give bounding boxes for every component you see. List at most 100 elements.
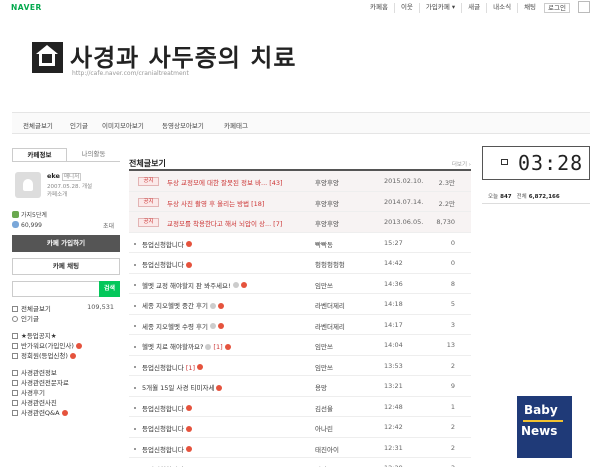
board-reviews[interactable]: 사경후기	[12, 387, 120, 397]
post-author[interactable]: 헝헝헝헝헝	[315, 259, 345, 269]
comment-count[interactable]: [18]	[251, 200, 264, 208]
board-qna[interactable]: 사경관련Q&A	[12, 407, 120, 417]
post-subject[interactable]: 등업신청합니다	[134, 259, 192, 269]
post-row[interactable]: 등업신청합니다![3]이마트2412:293	[129, 458, 471, 467]
comment-count[interactable]: [7]	[273, 220, 282, 228]
post-author[interactable]: 후앙후앙	[315, 177, 339, 187]
post-subject[interactable]: 두상 사진 촬영 후 올리는 방법 [18]	[167, 198, 264, 208]
nav-my-news[interactable]: 내소식	[486, 3, 517, 13]
board-photos[interactable]: 사경관련사진	[12, 397, 120, 407]
naver-logo[interactable]: NAVER	[11, 3, 42, 12]
join-cafe-button[interactable]: 카페 가입하기	[12, 235, 120, 252]
board-info[interactable]: 사경관련정보	[12, 367, 120, 377]
tab-cafe-info[interactable]: 카페정보	[12, 148, 67, 161]
post-author[interactable]: 김선율	[315, 403, 333, 413]
cafe-chat-button[interactable]: 카페 채팅	[12, 258, 120, 275]
post-subject[interactable]: 세종 지오헬멧 수령 후기	[134, 321, 224, 331]
post-author[interactable]: 아나린	[315, 423, 333, 433]
post-subject[interactable]: 교정모를 착용한다고 해서 뇌압이 상... [7]	[167, 218, 282, 228]
post-author[interactable]: 후앙후앙	[315, 218, 339, 228]
board-popular[interactable]: 인기글	[12, 313, 120, 323]
notice-row[interactable]: 공지 교정모를 착용한다고 해서 뇌압이 상... [7] 후앙후앙 2013.06.0…	[129, 212, 471, 233]
post-subject[interactable]: 세종 지오헬멧 중간 후기	[134, 300, 224, 310]
search-input[interactable]	[12, 281, 99, 297]
post-author[interactable]: 임만쓰	[315, 362, 333, 372]
post-row[interactable]: 등업신청합니다 김선율 12:48 1	[129, 397, 471, 417]
post-author[interactable]: 임만쓰	[315, 341, 333, 351]
post-row[interactable]: 5개월 15일 사경 티미자세 용망 13:21 9	[129, 376, 471, 397]
menu-images[interactable]: 이미지모아보기	[102, 120, 144, 130]
subject-text[interactable]: 헬멧 교정 해야할지 판 봐주세요!	[142, 282, 231, 290]
subject-text[interactable]: 등업신청합니다	[142, 364, 184, 372]
post-subject[interactable]: 등업신청합니다	[134, 444, 192, 454]
menu-videos[interactable]: 동영상모아보기	[162, 120, 204, 130]
manager-nick[interactable]: eke 매니저	[47, 172, 82, 181]
post-subject[interactable]: 등업신청합니다	[134, 239, 192, 249]
post-subject[interactable]: 등업신청합니다	[134, 403, 192, 413]
post-row[interactable]: 등업신청합니다 태진아이 12:31 2	[129, 438, 471, 458]
nav-chat[interactable]: 채팅	[517, 3, 542, 13]
board-greetings[interactable]: 반가워요(가입인사)	[12, 340, 120, 350]
post-row[interactable]: 헬멧 교정 해야할지 판 봐주세요! 임만쓰 14:36 8	[129, 274, 471, 294]
subject-text[interactable]: 교정모를 착용한다고 해서 뇌압이 상...	[167, 220, 271, 228]
comment-count[interactable]: [43]	[269, 179, 282, 187]
post-author[interactable]: 라벤더제리	[315, 300, 345, 310]
post-row[interactable]: 등업신청합니다 빡빡동 15:27 0	[129, 233, 471, 253]
nav-new-posts[interactable]: 새글	[461, 3, 486, 13]
post-author[interactable]: 후앙후앙	[315, 198, 339, 208]
menu-popular[interactable]: 인기글	[70, 120, 88, 130]
avatar[interactable]	[15, 172, 41, 198]
subject-text[interactable]: 등업신청합니다	[142, 405, 184, 413]
comment-count[interactable]: [1]	[186, 364, 195, 372]
post-author[interactable]: 임만쓰	[315, 280, 333, 290]
post-author[interactable]: 라벤더제리	[315, 321, 345, 331]
cafe-intro-link[interactable]: 카페소개	[47, 190, 67, 198]
board-all-posts[interactable]: 전체글보기 109,531	[12, 303, 120, 313]
post-author[interactable]: 빡빡동	[315, 239, 333, 249]
board-expert[interactable]: 사경관련전문자료	[12, 377, 120, 387]
subject-text[interactable]: 등업신청합니다	[142, 261, 184, 269]
subject-text[interactable]: 5개월 15일 사경 티미자세	[142, 384, 214, 392]
post-views: 0	[450, 259, 455, 267]
apps-icon[interactable]	[578, 1, 590, 13]
subject-text[interactable]: 세종 지오헬멧 중간 후기	[142, 302, 208, 310]
notice-row[interactable]: 공지 두상 교정모에 대한 잘못된 정보 바... [43] 후앙후앙 2015.02.…	[129, 171, 471, 192]
subject-text[interactable]: 헬멧 치료 해야할까요?	[142, 343, 203, 351]
post-author[interactable]: 용망	[315, 382, 327, 392]
board-levelup[interactable]: 정회원(등업신청)	[12, 350, 120, 360]
notice-row[interactable]: 공지 두상 사진 촬영 후 올리는 방법 [18] 후앙후앙 2014.07.14. 2.…	[129, 191, 471, 212]
post-subject[interactable]: 헬멧 치료 해야할까요? [1]	[134, 341, 231, 351]
post-row[interactable]: 헬멧 치료 해야할까요? [1] 임만쓰 14:04 13	[129, 335, 471, 356]
tab-my-activity[interactable]: 나의활동	[67, 148, 120, 161]
post-subject[interactable]: 5개월 15일 사경 티미자세	[134, 382, 223, 392]
invite-link[interactable]: 초대	[103, 221, 114, 230]
subject-text[interactable]: 등업신청합니다	[142, 446, 184, 454]
login-button[interactable]: 로그인	[544, 3, 570, 13]
nav-joined-cafes[interactable]: 가입카페 ▾	[418, 3, 461, 13]
subject-text[interactable]: 두상 사진 촬영 후 올리는 방법	[167, 200, 249, 208]
post-subject[interactable]: 등업신청합니다 [1]	[134, 362, 204, 372]
nav-neighbors[interactable]: 이웃	[393, 3, 419, 13]
subject-text[interactable]: 등업신청합니다	[142, 425, 184, 433]
cafe-url[interactable]: http://cafe.naver.com/cranialtreatment	[72, 70, 189, 77]
post-row[interactable]: 세종 지오헬멧 중간 후기 라벤더제리 14:18 5	[129, 294, 471, 315]
search-button[interactable]: 검색	[99, 281, 120, 297]
post-row[interactable]: 등업신청합니다 [1] 임만쓰 13:53 2	[129, 356, 471, 376]
subject-text[interactable]: 두상 교정모에 대한 잘못된 정보 바...	[167, 179, 267, 187]
menu-tags[interactable]: 카페태그	[224, 120, 248, 130]
post-row[interactable]: 세종 지오헬멧 수령 후기 라벤더제리 14:17 3	[129, 315, 471, 335]
more-link[interactable]: 더보기 ›	[452, 160, 471, 168]
post-row[interactable]: 등업신청합니다 아나린 12:42 2	[129, 417, 471, 438]
cafe-title[interactable]: 사경과 사두증의 치료	[70, 38, 296, 73]
post-subject[interactable]: 등업신청합니다	[134, 423, 192, 433]
subject-text[interactable]: 등업신청합니다	[142, 241, 184, 249]
menu-all-posts[interactable]: 전체글보기	[23, 120, 53, 130]
post-subject[interactable]: 두상 교정모에 대한 잘못된 정보 바... [43]	[167, 177, 283, 187]
nav-cafe-home[interactable]: 카페홈	[364, 3, 394, 13]
post-author[interactable]: 태진아이	[315, 444, 339, 454]
board-notice[interactable]: ★등업공지★	[12, 330, 120, 340]
comment-count[interactable]: [1]	[213, 343, 222, 351]
post-row[interactable]: 등업신청합니다 헝헝헝헝헝 14:42 0	[129, 253, 471, 274]
post-subject[interactable]: 헬멧 교정 해야할지 판 봐주세요!	[134, 280, 247, 290]
subject-text[interactable]: 세종 지오헬멧 수령 후기	[142, 323, 208, 331]
